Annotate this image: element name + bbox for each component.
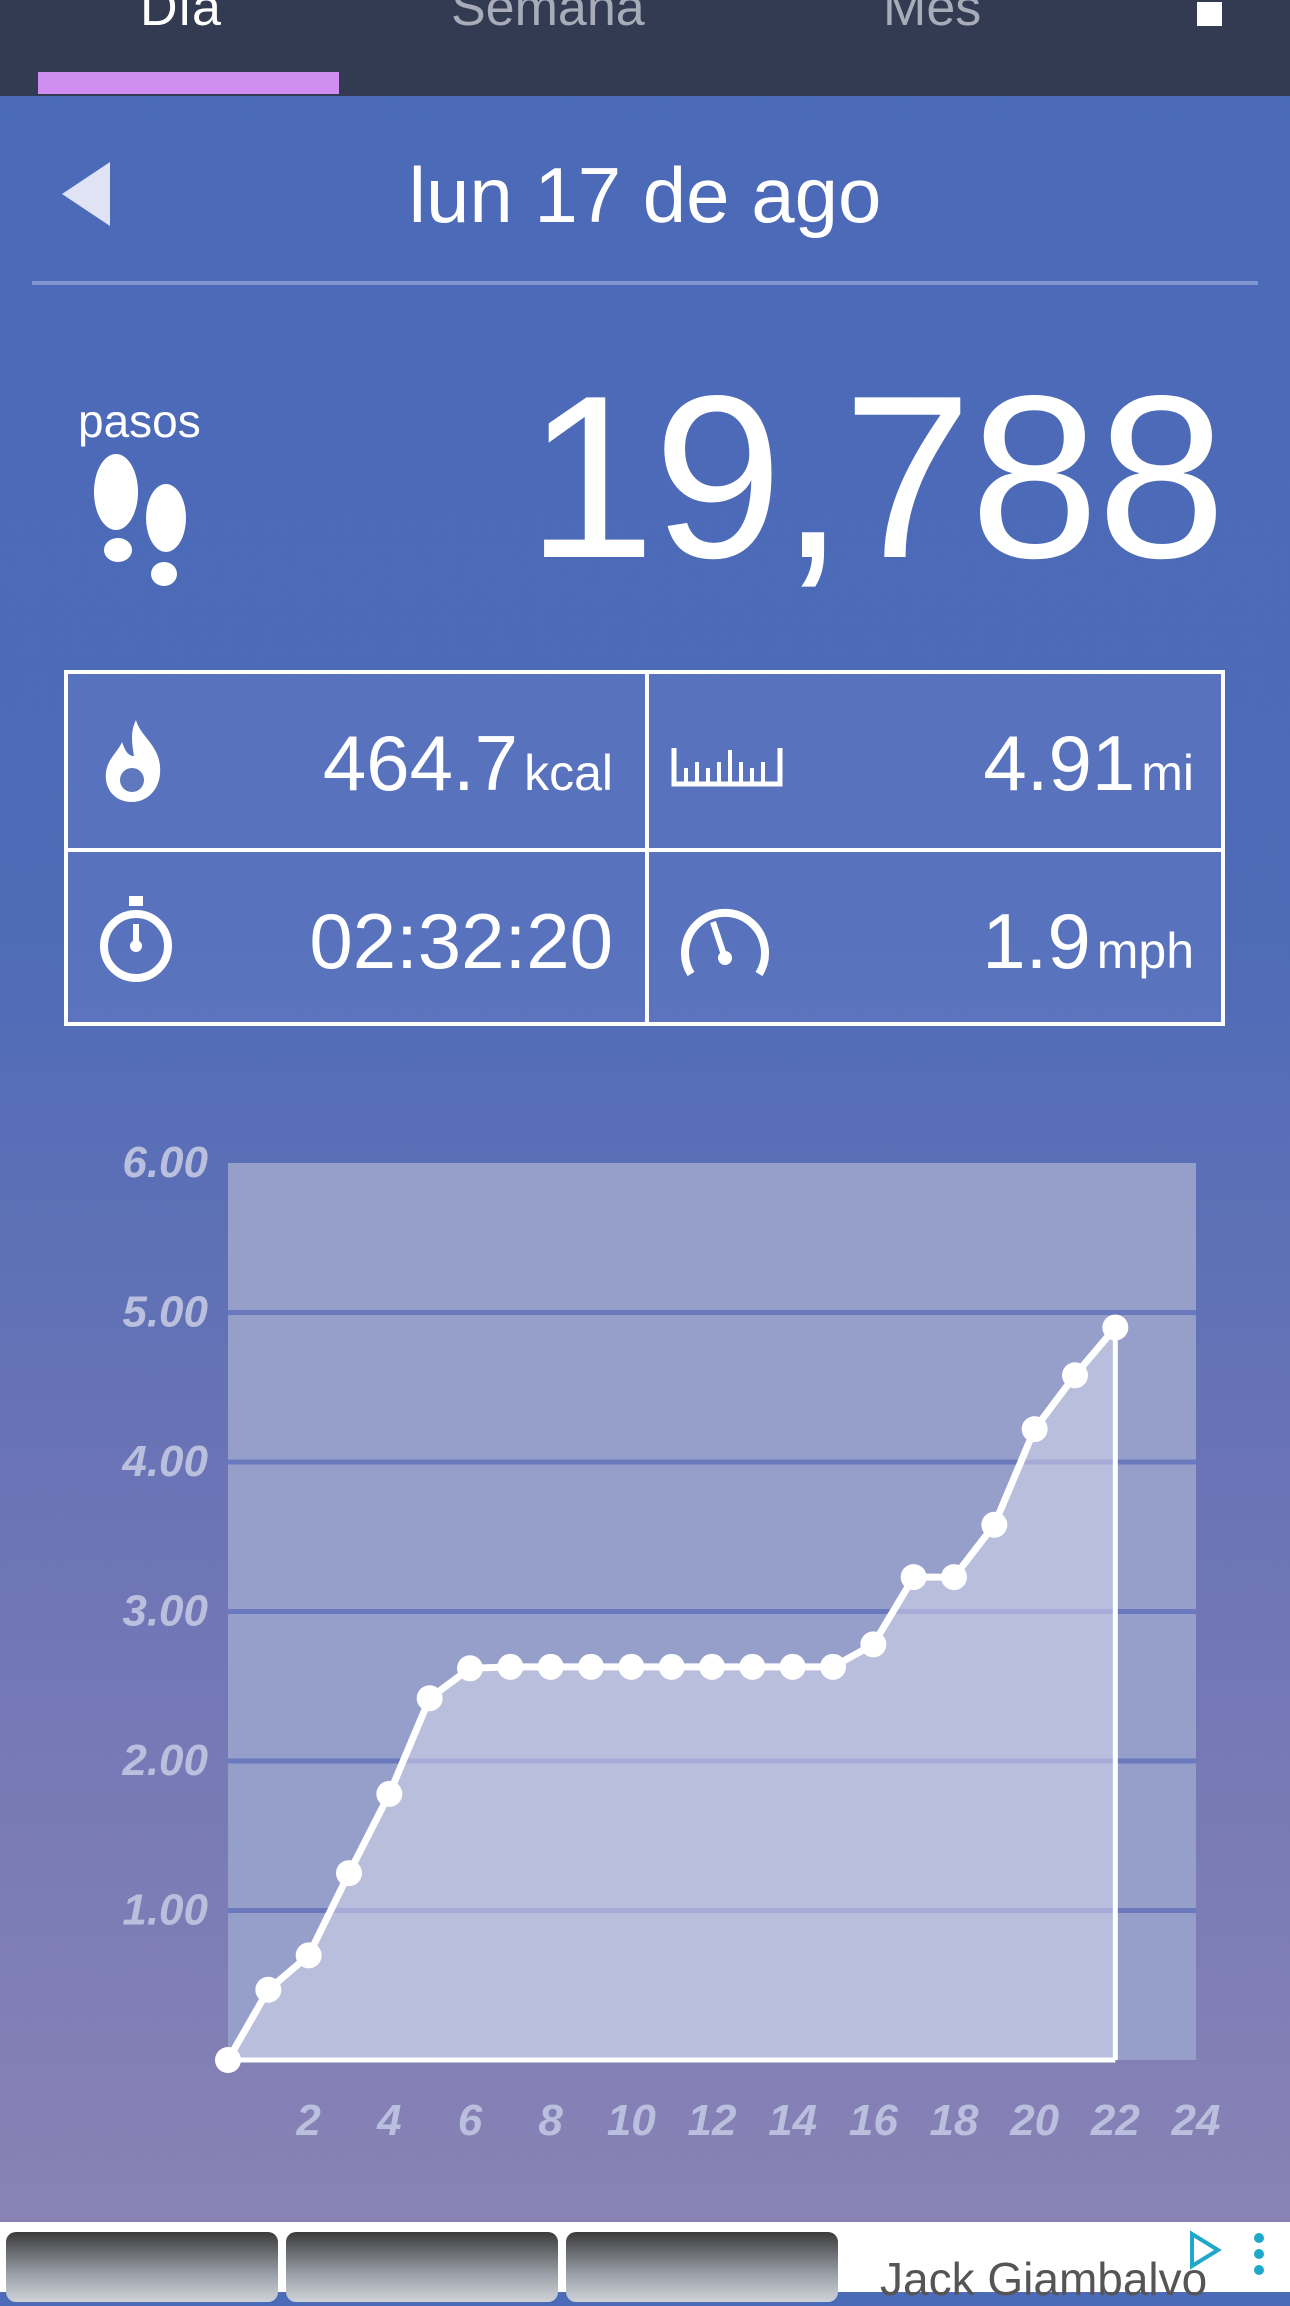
data-point [376,1780,403,1807]
duration-cell: 02:32:20 [68,852,645,1026]
x-tick-label: 8 [538,2096,563,2145]
ad-menu-icon[interactable] [1252,2232,1266,2276]
stopwatch-icon [100,896,172,982]
tab-month[interactable]: Mes [883,0,981,38]
x-tick-label: 4 [376,2096,401,2145]
distance-number: 4.91 [983,719,1136,807]
data-point [618,1653,645,1680]
data-point [416,1685,443,1712]
distance-value: 4.91 mi [983,718,1194,809]
x-tick-label: 10 [607,2096,656,2145]
speed-unit: mph [1096,923,1194,979]
y-tick-label: 3.00 [122,1587,208,1636]
y-tick-label: 6.00 [122,1138,208,1187]
data-point [1021,1416,1048,1443]
data-point [457,1655,483,1682]
x-tick-label: 22 [1090,2096,1140,2145]
ad-choices-icon[interactable] [1184,2230,1224,2270]
flame-icon [105,720,161,802]
data-point [537,1653,564,1680]
x-tick-label: 16 [849,2096,898,2145]
distance-cell: 4.91 mi [649,674,1226,848]
tab-bar: Día Semana Mes [0,0,1290,96]
x-tick-label: 2 [295,2096,321,2145]
ad-banner[interactable]: Jack Giambalvo [0,2222,1290,2305]
data-point [336,1860,362,1887]
data-point [820,1653,846,1680]
data-point [699,1653,725,1680]
speed-value: 1.9 mph [982,896,1194,987]
x-tick-label: 12 [688,2096,737,2145]
speed-cell: 1.9 mph [649,852,1226,1026]
stats-grid: 464.7 kcal 4.91 mi 02:32:20 1.9 mph [64,670,1225,1026]
x-tick-label: 24 [1171,2096,1221,2145]
data-point [215,2047,241,2073]
data-point [981,1511,1008,1538]
date-title: lun 17 de ago [408,151,882,239]
data-point [860,1631,887,1658]
footprints-icon [94,454,186,586]
ad-advertiser-name[interactable]: Jack Giambalvo [880,2252,1207,2306]
data-point [578,1653,604,1680]
x-tick-label: 6 [458,2096,483,2145]
data-point [941,1564,967,1591]
more-tab-icon[interactable] [1197,2,1222,26]
data-point [1102,1314,1129,1341]
speed-number: 1.9 [982,897,1091,985]
y-tick-label: 5.00 [122,1288,208,1337]
speedometer-icon [681,909,769,977]
y-tick-label: 4.00 [121,1437,208,1486]
steps-label: pasos [78,395,201,447]
data-point [739,1653,766,1680]
x-tick-label: 18 [930,2096,979,2145]
calories-value: 464.7 kcal [323,718,613,809]
distance-unit: mi [1141,745,1194,801]
calories-cell: 464.7 kcal [68,674,645,848]
data-point [779,1653,806,1680]
tab-day[interactable]: Día [140,0,221,38]
data-point [295,1942,322,1969]
tab-week[interactable]: Semana [451,0,645,38]
header-divider [32,281,1258,285]
active-tab-indicator [38,72,339,94]
y-tick-label: 2.00 [121,1736,208,1785]
steps-count: 19,788 [526,348,1226,607]
calories-unit: kcal [524,745,613,801]
data-point [497,1653,524,1680]
x-tick-label: 20 [1009,2096,1059,2145]
ruler-icon [671,748,783,787]
y-tick-label: 1.00 [122,1886,208,1935]
data-point [900,1564,927,1591]
data-point [255,1976,282,2003]
calories-number: 464.7 [322,719,519,807]
distance-chart: 1.002.003.004.005.006.002 4 6 8 10 12 14 16 18 20… [121,1138,1221,2145]
x-tick-label: 14 [768,2096,817,2145]
duration-value: 02:32:20 [309,897,613,985]
data-point [1062,1362,1088,1389]
data-point [658,1653,685,1680]
